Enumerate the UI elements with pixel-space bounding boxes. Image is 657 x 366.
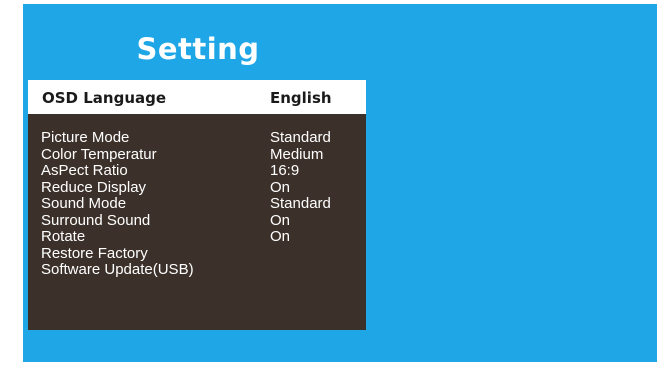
menu-item-aspect-ratio[interactable]: AsPect Ratio 16:9	[28, 162, 366, 180]
menu-item-value: On	[270, 228, 291, 245]
menu-item-restore-factory[interactable]: Restore Factory	[28, 244, 366, 263]
menu-item-label: AsPect Ratio	[41, 162, 128, 179]
menu-item-surround-sound[interactable]: Surround Sound On	[28, 211, 366, 230]
menu-item-label: Rotate	[41, 228, 86, 245]
menu-item-label: Picture Mode	[41, 129, 130, 146]
menu-item-color-temperature[interactable]: Color Temperatur Medium	[28, 145, 366, 164]
menu-item-value: Standard	[270, 195, 331, 212]
menu-item-reduce-display[interactable]: Reduce Display On	[28, 178, 366, 197]
menu-item-value: Medium	[270, 145, 324, 163]
menu-item-label: Sound Mode	[41, 195, 127, 212]
menu-item-rotate[interactable]: Rotate On	[28, 228, 366, 246]
settings-menu-panel: OSD Language English Picture Mode Standa…	[28, 80, 366, 330]
menu-item-label: Restore Factory	[41, 244, 148, 262]
menu-item-sound-mode[interactable]: Sound Mode Standard	[28, 195, 366, 213]
menu-item-software-update[interactable]: Software Update(USB)	[28, 261, 366, 279]
menu-item-value: On	[270, 178, 291, 196]
menu-item-value: 16:9	[270, 162, 300, 179]
menu-item-label: OSD Language	[42, 89, 167, 107]
settings-list: Picture Mode Standard Color Temperatur M…	[28, 129, 366, 279]
menu-item-value: Standard	[270, 129, 331, 146]
menu-item-picture-mode[interactable]: Picture Mode Standard	[28, 129, 366, 147]
menu-item-label: Reduce Display	[41, 178, 147, 196]
menu-item-label: Color Temperatur	[41, 145, 157, 163]
menu-item-value: English	[270, 89, 332, 107]
menu-item-label: Software Update(USB)	[41, 261, 194, 278]
menu-item-osd-language[interactable]: OSD Language English	[28, 80, 366, 114]
menu-item-value: On	[270, 211, 291, 229]
menu-title: Setting	[136, 32, 260, 66]
menu-item-label: Surround Sound	[41, 211, 151, 229]
